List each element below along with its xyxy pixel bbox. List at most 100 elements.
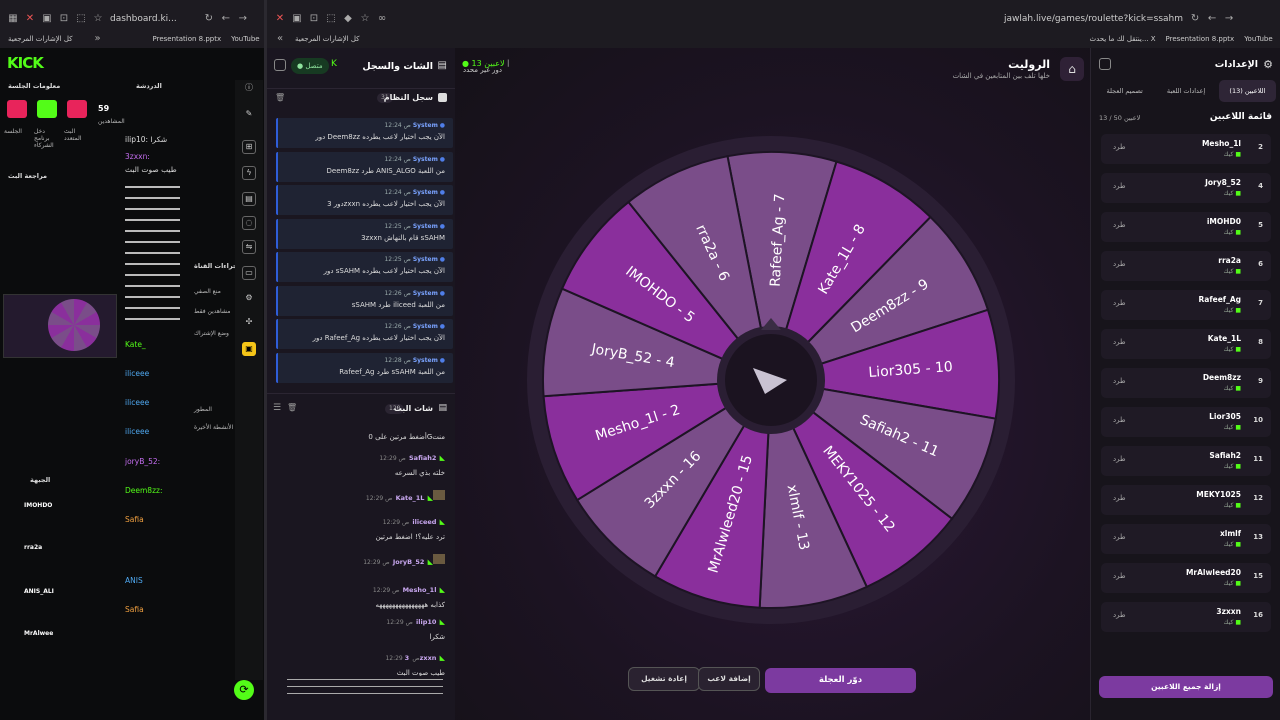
message-author[interactable]: JoryB_52 xyxy=(393,558,425,566)
chevron-icon[interactable]: » xyxy=(93,34,103,44)
tab-players[interactable]: اللاعبين (13) xyxy=(1218,80,1276,102)
remove-all-players-button[interactable]: إزالة جميع اللاعبين xyxy=(1099,676,1273,698)
extension-icon[interactable]: ⬚ xyxy=(326,14,336,24)
kick-player-button[interactable]: طرد xyxy=(1113,221,1126,229)
message-author[interactable]: 3zxxn xyxy=(405,654,437,662)
kick-player-button[interactable]: طرد xyxy=(1113,416,1126,424)
mod-item[interactable]: المطور xyxy=(194,406,212,413)
pencil-icon[interactable]: ✎ xyxy=(242,108,256,122)
forward-icon[interactable]: → xyxy=(238,14,248,24)
info-icon[interactable]: ⓘ xyxy=(242,82,256,96)
back-icon[interactable]: ← xyxy=(221,14,231,24)
kick-player-button[interactable]: طرد xyxy=(1113,143,1126,151)
left-bookmarks-bar: كل الإشارات المرجعية » Presentation 8.pp… xyxy=(8,32,260,46)
tab-game-settings[interactable]: إعدادات اللعبة xyxy=(1157,80,1214,102)
user-name[interactable]: IMOHDO xyxy=(24,502,52,509)
diamond-icon[interactable]: ◆ xyxy=(343,14,353,24)
kick-player-button[interactable]: طرد xyxy=(1113,299,1126,307)
box-icon[interactable]: ⊞ xyxy=(242,140,256,154)
star-icon[interactable]: ☆ xyxy=(93,14,103,24)
forward-icon[interactable]: → xyxy=(1224,14,1234,24)
kick-player-button[interactable]: طرد xyxy=(1113,572,1126,580)
collapse-panel-icon[interactable] xyxy=(274,59,286,71)
bookmark-item[interactable]: كل الإشارات المرجعية xyxy=(295,35,360,43)
close-tab-icon[interactable]: ✕ xyxy=(25,14,35,24)
bookmark-item[interactable]: ينتقل لك ما يحدث... X xyxy=(1090,35,1156,43)
trash-icon[interactable]: 🗑 xyxy=(275,93,285,102)
log-entry-header: 12:24 ص System ● xyxy=(384,122,445,129)
bolt-icon[interactable]: ϟ xyxy=(242,166,256,180)
extension-icon[interactable]: ⬚ xyxy=(76,14,86,24)
bookmark-item[interactable]: Presentation 8.pptx xyxy=(153,35,222,43)
gift-icon[interactable]: ▣ xyxy=(242,342,256,356)
spin-wheel-button[interactable]: دوّر العجلة xyxy=(765,668,916,693)
chat-icon[interactable]: ◌ xyxy=(242,216,256,230)
tab-icon[interactable]: ⊡ xyxy=(309,14,319,24)
user-name[interactable]: rra2a xyxy=(24,544,42,551)
bookmark-item[interactable]: Presentation 8.pptx xyxy=(1166,35,1235,43)
tab-icon[interactable]: ⊡ xyxy=(59,14,69,24)
kick-player-button[interactable]: طرد xyxy=(1113,455,1126,463)
kick-player-button[interactable]: طرد xyxy=(1113,377,1126,385)
kick-player-button[interactable]: طرد xyxy=(1113,182,1126,190)
refresh-icon[interactable]: ⟳ xyxy=(234,680,254,700)
trash-icon[interactable]: 🗑 xyxy=(287,403,297,412)
user-name[interactable]: MrAlwee xyxy=(24,630,53,637)
bookmark-item[interactable]: YouTube xyxy=(231,35,259,43)
session-tile[interactable] xyxy=(67,100,87,118)
message-author[interactable]: Kate_1L xyxy=(396,494,425,502)
add-player-button[interactable]: إضافة لاعب xyxy=(698,667,760,691)
sliders-icon[interactable]: ⇋ xyxy=(242,240,256,254)
player-number: 11 xyxy=(1253,455,1263,463)
list-icon[interactable]: ☰ xyxy=(273,403,281,413)
mod-item[interactable]: مشاهدين فقط xyxy=(194,308,230,315)
left-address-bar[interactable]: dashboard.ki... xyxy=(110,14,177,24)
kick-chat-line: 3zxxn: xyxy=(125,152,150,161)
player-list-title: قائمة اللاعبين xyxy=(1209,112,1272,122)
message-author[interactable]: Mesho_1l xyxy=(403,586,437,594)
kick-player-button[interactable]: طرد xyxy=(1113,533,1126,541)
mod-item[interactable]: منع الصفي xyxy=(194,288,221,295)
restart-button[interactable]: إعادة تشغيل xyxy=(628,667,700,691)
kick-icon: ■ xyxy=(1235,424,1241,431)
multistream-tile[interactable] xyxy=(7,100,27,118)
doc-icon[interactable]: ▤ xyxy=(242,192,256,206)
roulette-wheel[interactable]: Rafeef_Ag - 7 Kate_1L - 8Deem8zz - 9Lior3… xyxy=(511,120,1031,640)
home-icon[interactable]: ⌂ xyxy=(1060,57,1084,81)
chevron-icon[interactable]: « xyxy=(275,34,285,44)
kick-player-button[interactable]: طرد xyxy=(1113,494,1126,502)
back-icon[interactable]: ← xyxy=(1207,14,1217,24)
kick-player-button[interactable]: طرد xyxy=(1113,260,1126,268)
window-icon[interactable]: ▦ xyxy=(8,14,18,24)
reload-icon[interactable]: ↻ xyxy=(204,14,214,24)
platform-label: كيك xyxy=(1223,190,1234,197)
message-author[interactable]: ilip10 xyxy=(416,618,436,626)
kick-player-button[interactable]: طرد xyxy=(1113,611,1126,619)
puzzle-icon[interactable]: ✣ xyxy=(242,316,256,330)
wrench-icon[interactable]: ⚙ xyxy=(242,292,256,306)
collapse-panel-icon[interactable] xyxy=(1099,58,1111,70)
bookmark-item[interactable]: كل الإشارات المرجعية xyxy=(8,35,73,43)
log-entry-sender: System xyxy=(412,222,438,230)
mod-item[interactable]: وضع الإشتراك xyxy=(194,330,229,337)
tab-icon[interactable]: ▣ xyxy=(42,14,52,24)
star-icon[interactable]: ☆ xyxy=(360,14,370,24)
reload-icon[interactable]: ↻ xyxy=(1190,14,1200,24)
right-address-bar[interactable]: jawlah.live/games/roulette?kick=ssahm xyxy=(1004,14,1183,24)
user-name[interactable]: ANIS_ALI xyxy=(24,588,54,595)
bookmark-item[interactable]: YouTube xyxy=(1244,35,1272,43)
mod-panel-title: إجراءات القناة xyxy=(194,262,240,270)
tab-wheel-design[interactable]: تصميم العجلة xyxy=(1096,80,1153,102)
infinity-icon[interactable]: ∞ xyxy=(377,14,387,24)
mod-item[interactable]: الأنشطة الأخيرة xyxy=(194,424,233,431)
kick-player-button[interactable]: طرد xyxy=(1113,338,1126,346)
log-entry-time: 12:26 ص xyxy=(384,323,411,330)
player-name: rra2a xyxy=(1218,256,1241,265)
partner-tile[interactable] xyxy=(37,100,57,118)
message-author[interactable]: iliceed xyxy=(412,518,436,526)
layout-icon[interactable]: ▭ xyxy=(242,266,256,280)
close-tab-icon[interactable]: ✕ xyxy=(275,14,285,24)
player-name: Safiah2 xyxy=(1209,451,1241,460)
tab-icon[interactable]: ▣ xyxy=(292,14,302,24)
message-author[interactable]: Safiah2 xyxy=(409,454,436,462)
